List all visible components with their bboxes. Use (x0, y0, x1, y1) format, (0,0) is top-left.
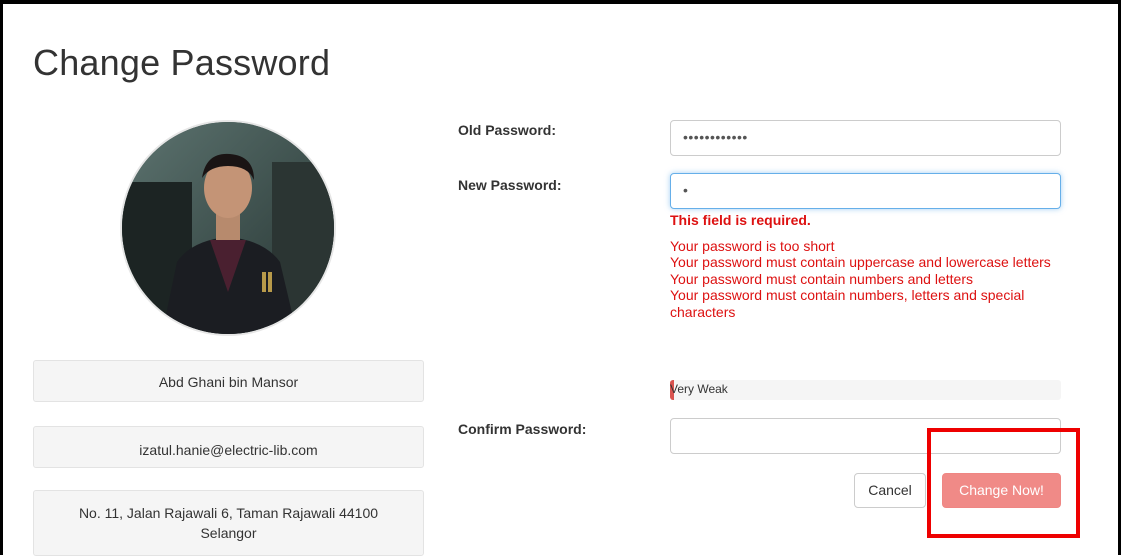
highlight-annotation-box (927, 428, 1080, 538)
error-message: Your password must contain uppercase and… (670, 254, 1051, 271)
old-password-label: Old Password: (458, 122, 557, 138)
profile-address: No. 11, Jalan Rajawali 6, Taman Rajawali… (33, 490, 424, 556)
user-photo-icon (122, 122, 334, 334)
password-strength-label: Very Weak (670, 382, 728, 396)
password-error-list: Your password is too short Your password… (670, 238, 1065, 320)
profile-email: izatul.hanie@electric-lib.com (33, 426, 424, 468)
profile-name: Abd Ghani bin Mansor (33, 360, 424, 402)
page-title: Change Password (33, 42, 331, 83)
error-message: Your password is too short (670, 238, 835, 254)
old-password-value: •••••••••••• (683, 129, 748, 145)
error-message: Your password must contain numbers, lett… (670, 287, 1025, 320)
avatar (120, 120, 336, 336)
password-strength-meter: Very Weak (670, 380, 1061, 400)
old-password-field[interactable]: •••••••••••• (670, 120, 1061, 156)
new-password-value: • (683, 182, 689, 198)
error-message: Your password must contain numbers and l… (670, 270, 973, 287)
cancel-button[interactable]: Cancel (854, 473, 926, 508)
new-password-label: New Password: (458, 177, 562, 193)
new-password-field[interactable]: • (670, 173, 1061, 209)
required-error: This field is required. (670, 212, 811, 228)
confirm-password-label: Confirm Password: (458, 421, 587, 437)
